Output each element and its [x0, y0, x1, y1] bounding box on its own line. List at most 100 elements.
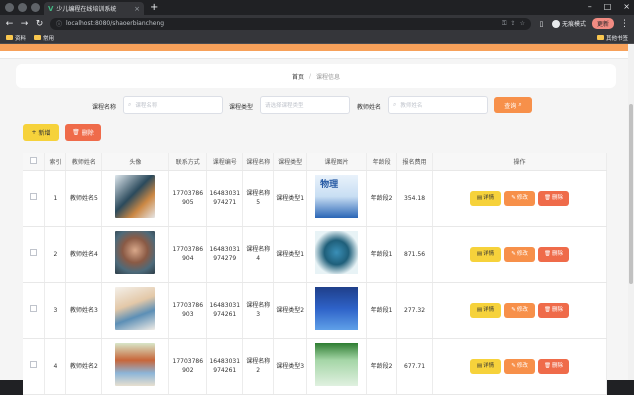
cell-teacher: 教师姓名5: [65, 170, 103, 227]
cell-avatar: [101, 282, 170, 339]
table-header-row: 索引 教师姓名 头像 联系方式 课程编号 课程名称 课程类型 课程图片 年龄段 …: [23, 153, 607, 171]
delete-button[interactable]: 🗑 删除: [538, 246, 570, 262]
delete-button[interactable]: 🗑 删除: [538, 190, 570, 206]
modify-button[interactable]: ✎ 修改: [504, 358, 536, 374]
cell-age-group: 年龄段2: [366, 338, 398, 395]
cell-course-type: 课程类型1: [273, 226, 308, 283]
course-name-input[interactable]: ⌕ 课程名称: [123, 96, 223, 114]
avatar[interactable]: [115, 231, 156, 274]
avatar[interactable]: [115, 175, 156, 218]
detail-button[interactable]: ▤ 详情: [470, 358, 502, 374]
cell-course-name: 课程名称5: [242, 170, 275, 227]
cell-age-group: 年龄段2: [366, 170, 398, 227]
course-type-select[interactable]: 请选择课程类型: [260, 96, 350, 114]
bookmark-star-icon[interactable]: ☆: [520, 20, 525, 27]
avatar[interactable]: [115, 287, 156, 330]
tab-list-icon[interactable]: [31, 3, 40, 12]
detail-icon: ▤: [476, 194, 483, 201]
tab-title: 少儿编程在线培训系统: [56, 6, 117, 13]
search-icon: ⌕: [518, 101, 522, 108]
course-type-label: 课程类型: [229, 104, 254, 111]
modify-label: 修改: [516, 194, 528, 201]
cell-phone: 17703786904: [168, 226, 208, 283]
row-checkbox[interactable]: [30, 361, 38, 368]
top-nav-shadow: [0, 51, 634, 59]
cell-phone: 17703786903: [168, 282, 208, 339]
site-info-icon[interactable]: ⓘ: [56, 19, 62, 28]
modify-button[interactable]: ✎ 修改: [504, 302, 536, 318]
share-icon[interactable]: ⇪: [511, 20, 516, 27]
row-checkbox-cell: [23, 226, 46, 283]
browser-menu-icon[interactable]: [18, 3, 27, 12]
vue-favicon-icon: V: [48, 4, 54, 13]
breadcrumb-home[interactable]: 首页: [292, 72, 304, 81]
row-checkbox-cell: [23, 170, 46, 227]
bookmark-label: 资料: [15, 35, 27, 42]
course-image[interactable]: [315, 287, 359, 330]
search-button[interactable]: 查询 ⌕: [494, 97, 532, 113]
header-phone: 联系方式: [168, 153, 208, 171]
course-image[interactable]: [315, 231, 359, 274]
top-nav-bar: [0, 44, 634, 51]
detail-button[interactable]: ▤ 详情: [470, 302, 502, 318]
trash-icon: 🗑: [544, 362, 551, 369]
row-delete-label: 删除: [552, 250, 564, 257]
forward-icon[interactable]: →: [20, 19, 29, 29]
back-icon[interactable]: ←: [5, 19, 14, 29]
course-table: 索引 教师姓名 头像 联系方式 课程编号 课程名称 课程类型 课程图片 年龄段 …: [23, 153, 607, 395]
maximize-icon[interactable]: □: [604, 2, 612, 11]
new-tab-icon[interactable]: +: [150, 2, 158, 13]
browser-tab[interactable]: V 少儿编程在线培训系统 ×: [44, 2, 144, 15]
other-bookmarks[interactable]: 其他书签: [596, 34, 628, 42]
row-checkbox[interactable]: [30, 305, 38, 312]
select-all-checkbox[interactable]: [30, 156, 38, 164]
teacher-name-input[interactable]: ⌕ 教师姓名: [388, 96, 488, 114]
add-button[interactable]: + 新增: [23, 124, 59, 141]
plus-icon: +: [31, 129, 37, 136]
cell-index: 3: [44, 282, 67, 339]
bookmark-folder[interactable]: 常用: [34, 34, 54, 42]
row-delete-label: 删除: [552, 194, 564, 201]
cell-age-group: 年龄段1: [366, 226, 398, 283]
scrollbar-thumb[interactable]: [629, 104, 633, 284]
bookmark-folder[interactable]: 资料: [6, 34, 26, 42]
address-bar-row: ← → ↻ ⓘ localhost:8080/shaoerbiancheng ⚿…: [0, 15, 634, 32]
cell-course-code: 16483031974271: [206, 170, 244, 227]
breadcrumb-current: 课程信息: [316, 73, 341, 81]
url-input[interactable]: ⓘ localhost:8080/shaoerbiancheng ⚿ ⇪ ☆: [50, 17, 531, 30]
header-course-name: 课程名称: [242, 153, 275, 171]
more-menu-icon[interactable]: ⋮: [620, 19, 629, 29]
close-tab-icon[interactable]: ×: [134, 5, 140, 13]
other-bookmarks-label: 其他书签: [605, 35, 628, 42]
edit-icon: ✎: [511, 250, 516, 257]
row-checkbox[interactable]: [30, 249, 38, 256]
minimize-icon[interactable]: –: [588, 2, 592, 11]
cell-avatar: [101, 170, 170, 227]
header-age-group: 年龄段: [366, 153, 398, 171]
detail-button[interactable]: ▤ 详情: [470, 246, 502, 262]
batch-delete-button[interactable]: 🗑 删除: [65, 124, 101, 141]
cell-actions: ▤ 详情 ✎ 修改 🗑 删除: [432, 226, 607, 283]
delete-button[interactable]: 🗑 删除: [538, 302, 570, 318]
delete-button[interactable]: 🗑 删除: [538, 358, 570, 374]
split-view-icon[interactable]: ▯: [537, 20, 546, 28]
detail-button[interactable]: ▤ 详情: [470, 190, 502, 206]
edit-icon: ✎: [511, 194, 516, 201]
reload-icon[interactable]: ↻: [35, 19, 44, 29]
key-icon[interactable]: ⚿: [502, 20, 507, 28]
modify-button[interactable]: ✎ 修改: [504, 246, 536, 262]
window-menu-icon[interactable]: [5, 3, 14, 12]
row-checkbox[interactable]: [30, 193, 38, 200]
table-row: 2 教师姓名4 17703786904 16483031974279 课程名称4…: [23, 226, 607, 283]
detail-label: 详情: [483, 306, 495, 313]
close-window-icon[interactable]: ×: [623, 2, 630, 11]
search-icon: ⌕: [393, 101, 397, 108]
folder-icon: [34, 35, 42, 40]
cell-fee: 354.18: [396, 170, 434, 227]
course-image[interactable]: 物理: [315, 175, 359, 218]
page-scrollbar[interactable]: [628, 44, 634, 380]
incognito-profile[interactable]: 无痕模式: [551, 19, 586, 28]
update-button[interactable]: 更新: [591, 18, 614, 29]
modify-button[interactable]: ✎ 修改: [504, 190, 536, 206]
cell-actions: ▤ 详情 ✎ 修改 🗑 删除: [432, 338, 607, 395]
